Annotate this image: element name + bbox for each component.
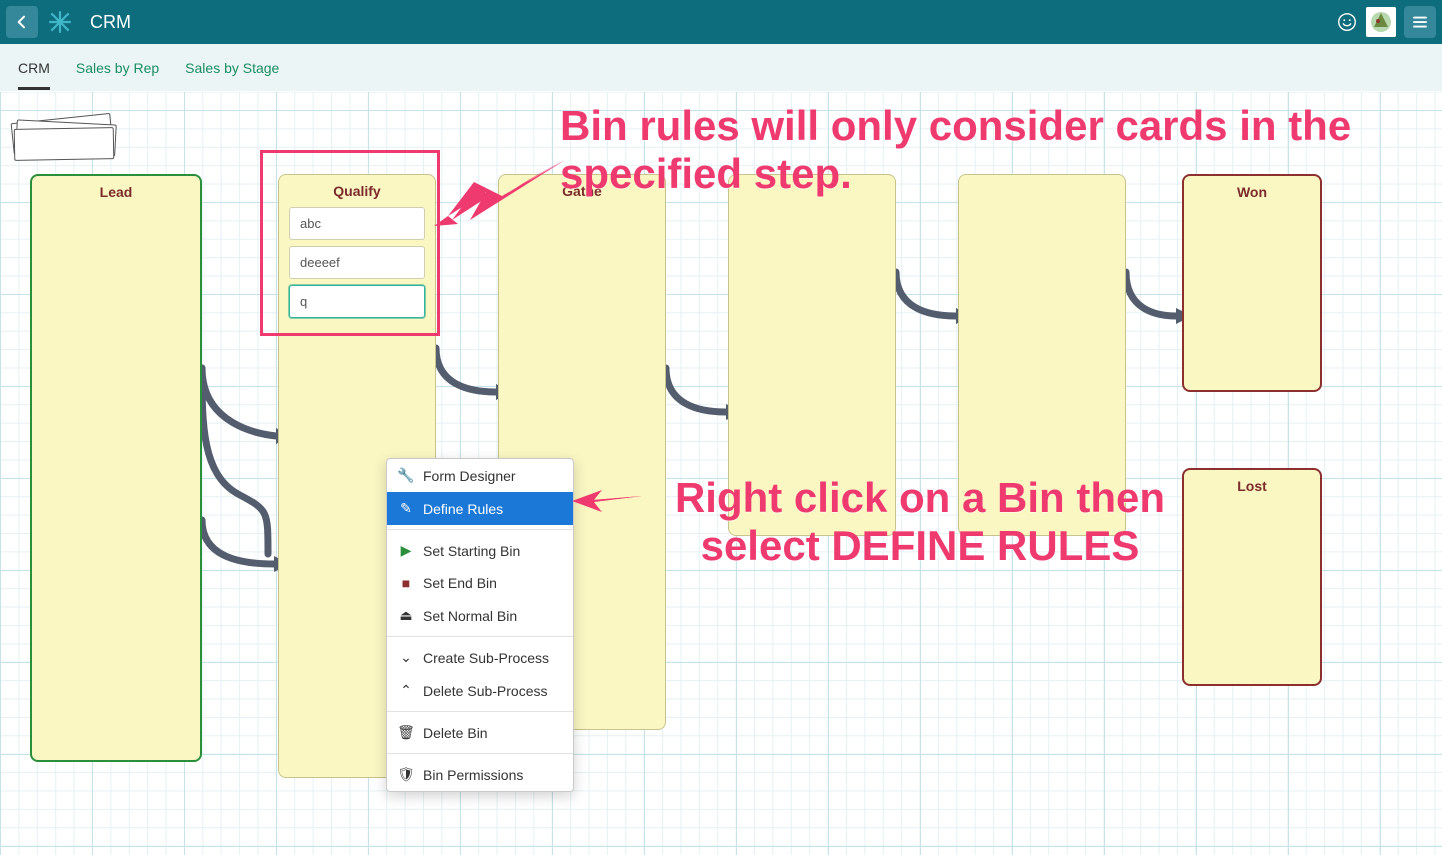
bin-won[interactable]: Won bbox=[1182, 174, 1322, 392]
menu-form-designer[interactable]: 🔧 Form Designer bbox=[387, 459, 573, 492]
bin-title: Lead bbox=[42, 184, 190, 200]
context-menu: 🔧 Form Designer ✎ Define Rules ▶ Set Sta… bbox=[386, 458, 574, 792]
app-title: CRM bbox=[90, 12, 131, 33]
menu-item-label: Set Normal Bin bbox=[423, 608, 517, 624]
menu-button[interactable] bbox=[1404, 6, 1436, 38]
tab-sales-by-stage[interactable]: Sales by Stage bbox=[185, 46, 279, 90]
chevron-down-icon: ⌄ bbox=[399, 649, 413, 666]
menu-set-end-bin[interactable]: ■ Set End Bin bbox=[387, 567, 573, 599]
topbar: CRM bbox=[0, 0, 1442, 44]
menu-define-rules[interactable]: ✎ Define Rules bbox=[387, 492, 573, 525]
app-logo-icon bbox=[42, 4, 78, 40]
menu-separator bbox=[387, 636, 573, 637]
menu-item-label: Bin Permissions bbox=[423, 767, 523, 783]
menu-item-label: Set End Bin bbox=[423, 575, 497, 591]
menu-item-label: Delete Sub-Process bbox=[423, 683, 548, 699]
play-icon: ▶ bbox=[399, 542, 413, 559]
menu-separator bbox=[387, 753, 573, 754]
topbar-left: CRM bbox=[6, 4, 131, 40]
shield-icon: 🛡 bbox=[399, 766, 413, 783]
tab-crm[interactable]: CRM bbox=[18, 46, 50, 90]
bin-column-5[interactable] bbox=[958, 174, 1126, 536]
feedback-icon[interactable] bbox=[1336, 11, 1358, 33]
back-button[interactable] bbox=[6, 6, 38, 38]
topbar-right bbox=[1336, 6, 1436, 38]
trash-icon: 🗑 bbox=[399, 724, 413, 741]
menu-item-label: Define Rules bbox=[423, 501, 503, 517]
stop-icon: ■ bbox=[399, 575, 413, 591]
bin-title: Lost bbox=[1194, 478, 1310, 494]
menu-item-label: Form Designer bbox=[423, 468, 516, 484]
menu-set-normal-bin[interactable]: ⏏ Set Normal Bin bbox=[387, 599, 573, 632]
card-item[interactable]: deeeef bbox=[289, 246, 425, 279]
menu-create-subprocess[interactable]: ⌄ Create Sub-Process bbox=[387, 641, 573, 674]
menu-item-label: Delete Bin bbox=[423, 725, 488, 741]
bin-title: Gathe bbox=[509, 183, 655, 199]
bin-lead[interactable]: Lead bbox=[30, 174, 202, 762]
card-item[interactable]: q bbox=[289, 285, 425, 318]
user-avatar[interactable] bbox=[1366, 7, 1396, 37]
wrench-icon: 🔧 bbox=[399, 467, 413, 484]
menu-separator bbox=[387, 711, 573, 712]
menu-item-label: Set Starting Bin bbox=[423, 543, 520, 559]
card-deck-icon[interactable] bbox=[10, 114, 120, 162]
eject-icon: ⏏ bbox=[399, 607, 413, 624]
bin-title bbox=[969, 183, 1115, 199]
menu-separator bbox=[387, 529, 573, 530]
menu-set-starting-bin[interactable]: ▶ Set Starting Bin bbox=[387, 534, 573, 567]
menu-item-label: Create Sub-Process bbox=[423, 650, 549, 666]
bin-title: Won bbox=[1194, 184, 1310, 200]
pencil-icon: ✎ bbox=[399, 500, 413, 517]
chevron-up-icon: ⌃ bbox=[399, 682, 413, 699]
bin-lost[interactable]: Lost bbox=[1182, 468, 1322, 686]
menu-delete-bin[interactable]: 🗑 Delete Bin bbox=[387, 716, 573, 749]
tab-sales-by-rep[interactable]: Sales by Rep bbox=[76, 46, 159, 90]
workflow-canvas[interactable]: Lead Qualify abc deeeef q Gathe Won Lost… bbox=[0, 92, 1442, 855]
menu-bin-permissions[interactable]: 🛡 Bin Permissions bbox=[387, 758, 573, 791]
bin-column-4[interactable] bbox=[728, 174, 896, 536]
connector-arrow bbox=[198, 516, 288, 579]
card-item[interactable]: abc bbox=[289, 207, 425, 240]
menu-delete-subprocess[interactable]: ⌃ Delete Sub-Process bbox=[387, 674, 573, 707]
bin-title: Qualify bbox=[289, 183, 425, 199]
bin-title bbox=[739, 183, 885, 199]
tab-row: CRM Sales by Rep Sales by Stage bbox=[0, 44, 1442, 92]
